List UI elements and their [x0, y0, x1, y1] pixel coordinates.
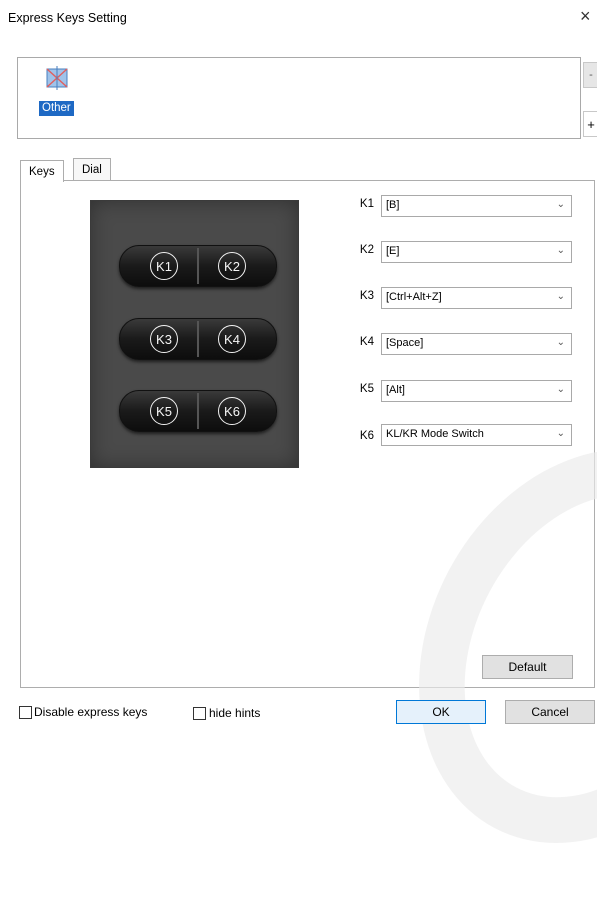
- k1-label: K1: [359, 198, 374, 210]
- other-app-icon[interactable]: [45, 66, 69, 90]
- k5-select-value: [Alt]: [386, 384, 405, 396]
- app-list: Other: [17, 57, 581, 139]
- key-pill-row3: K5 K6: [119, 390, 277, 432]
- k3-select-value: [Ctrl+Alt+Z]: [386, 291, 442, 303]
- k5-label: K5: [359, 383, 374, 395]
- tab-dial[interactable]: Dial: [73, 158, 111, 180]
- k2-select[interactable]: [E] ⌄: [381, 241, 572, 263]
- add-app-button[interactable]: +: [583, 111, 597, 137]
- k6-select[interactable]: KL/KR Mode Switch ⌄: [381, 424, 572, 446]
- tab-keys[interactable]: Keys: [20, 160, 64, 182]
- k6-select-value: KL/KR Mode Switch: [386, 428, 484, 440]
- disable-express-keys-checkbox[interactable]: [19, 706, 32, 719]
- k4-select[interactable]: [Space] ⌄: [381, 333, 572, 355]
- chevron-down-icon: ⌄: [556, 291, 565, 302]
- device-key-k3: K3: [150, 325, 178, 353]
- k3-select[interactable]: [Ctrl+Alt+Z] ⌄: [381, 287, 572, 309]
- k2-select-value: [E]: [386, 245, 400, 257]
- device-key-k5: K5: [150, 397, 178, 425]
- cancel-button[interactable]: Cancel: [505, 700, 595, 724]
- chevron-down-icon: ⌄: [556, 245, 565, 256]
- k1-select[interactable]: [B] ⌄: [381, 195, 572, 217]
- key-pill-row2: K3 K4: [119, 318, 277, 360]
- chevron-down-icon: ⌄: [556, 199, 565, 210]
- chevron-down-icon: ⌄: [556, 428, 565, 439]
- k1-select-value: [B]: [386, 199, 400, 211]
- remove-app-button[interactable]: -: [583, 62, 597, 88]
- k2-label: K2: [359, 244, 374, 256]
- k3-label: K3: [359, 290, 374, 302]
- device-key-k4: K4: [218, 325, 246, 353]
- ok-button[interactable]: OK: [396, 700, 486, 724]
- hide-hints-checkbox[interactable]: [193, 707, 206, 720]
- key-pill-row1: K1 K2: [119, 245, 277, 287]
- k6-label: K6: [359, 430, 374, 442]
- device-key-k1: K1: [150, 252, 178, 280]
- k4-label: K4: [359, 336, 374, 348]
- device-image: K1 K2 K3 K4 K5 K6: [90, 200, 299, 468]
- app-item-label[interactable]: Other: [39, 101, 74, 116]
- disable-express-keys-label: Disable express keys: [34, 705, 148, 719]
- chevron-down-icon: ⌄: [556, 337, 565, 348]
- close-icon[interactable]: ×: [580, 6, 591, 27]
- default-button[interactable]: Default: [482, 655, 573, 679]
- window-title: Express Keys Setting: [8, 11, 127, 25]
- k5-select[interactable]: [Alt] ⌄: [381, 380, 572, 402]
- k4-select-value: [Space]: [386, 337, 424, 349]
- chevron-down-icon: ⌄: [556, 384, 565, 395]
- device-key-k6: K6: [218, 397, 246, 425]
- device-key-k2: K2: [218, 252, 246, 280]
